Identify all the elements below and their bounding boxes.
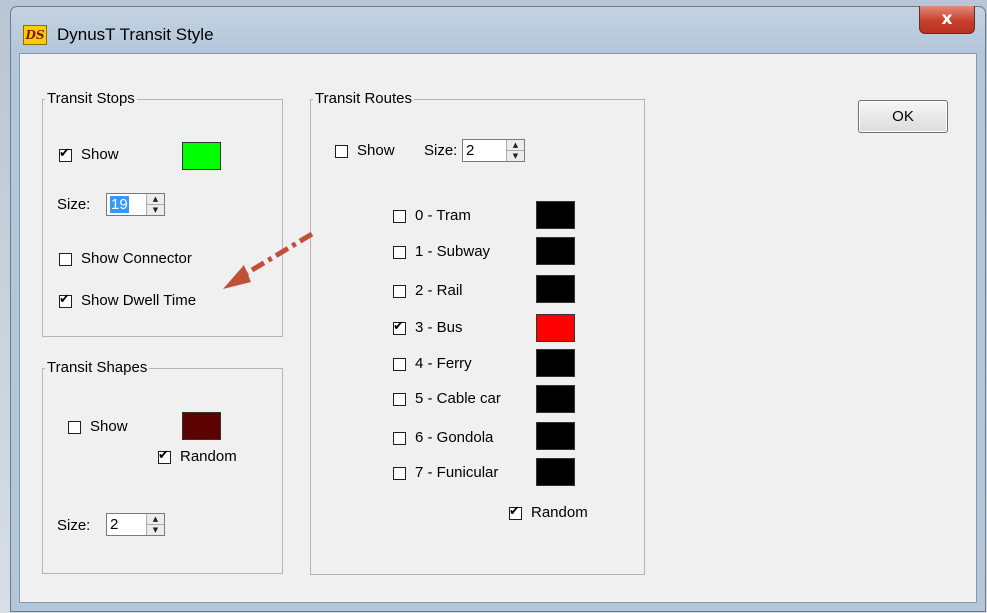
dialog-window: DS DynusT Transit Style x Transit Stops … [10,6,986,612]
arrow-head-icon [223,265,251,289]
app-icon: DS [23,25,47,45]
window-title: DynusT Transit Style [57,25,214,44]
arrow-line [240,231,314,279]
annotation-arrow [223,231,314,289]
close-button[interactable]: x [919,6,975,34]
dialog-client-area: Transit Stops Show Size: 19 ▲▼ Show Conn… [19,53,977,603]
title-bar[interactable]: DS DynusT Transit Style x [11,6,985,55]
